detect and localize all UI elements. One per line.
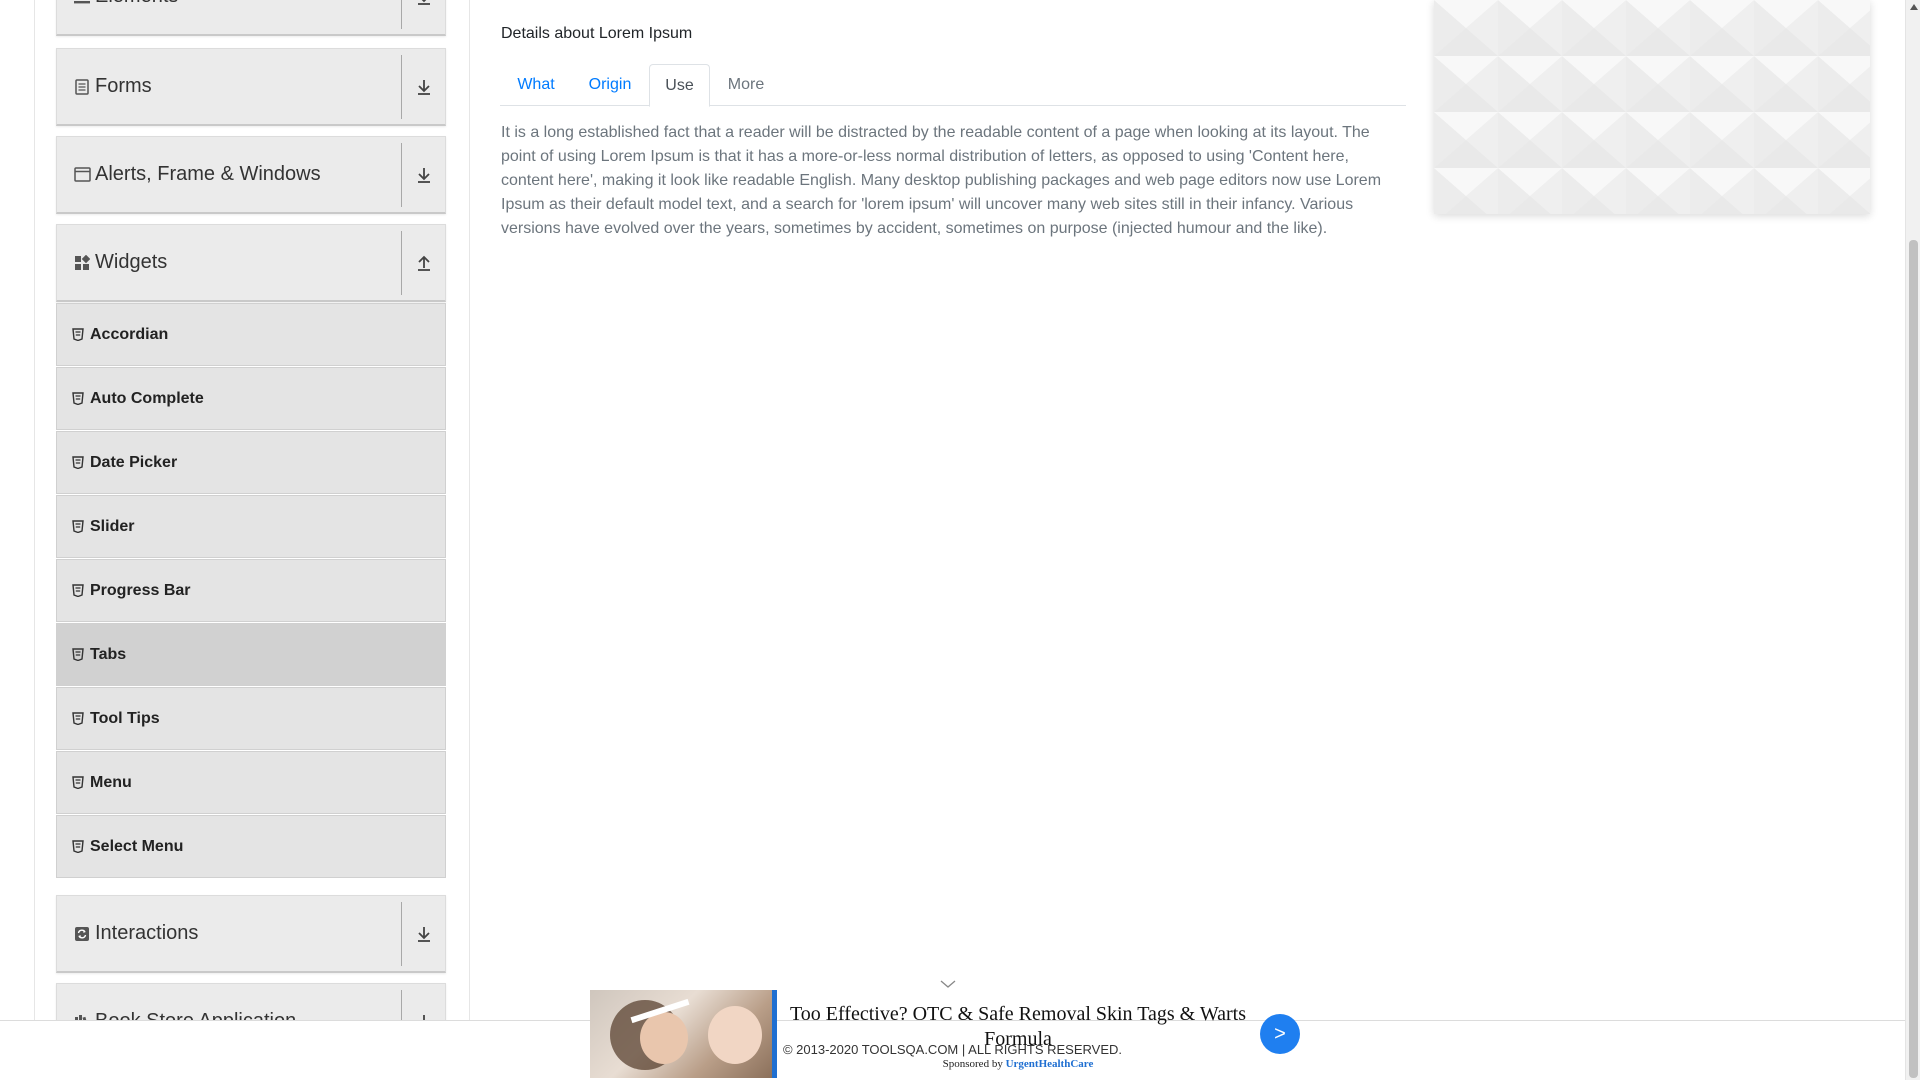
html5-icon (71, 456, 85, 470)
html5-icon (71, 776, 85, 790)
download-arrow-icon[interactable] (401, 142, 445, 207)
download-arrow-icon[interactable] (401, 0, 445, 29)
tab-bar: What Origin Use More (500, 64, 1406, 107)
html5-icon (71, 840, 85, 854)
hamburger-icon (73, 0, 91, 6)
group-label: Forms (95, 75, 152, 97)
ad-photo[interactable] (590, 990, 774, 1078)
tab-what[interactable]: What (500, 64, 572, 106)
html5-icon (71, 584, 85, 598)
group-alerts-frame-windows[interactable]: Alerts, Frame & Windows (56, 136, 446, 214)
window-icon (73, 166, 91, 184)
ad-next-button[interactable]: > (1260, 1014, 1300, 1054)
group-label: Elements (95, 0, 401, 8)
pattern-background (1434, 0, 1870, 214)
page-title: Details about Lorem Ipsum (501, 25, 693, 42)
menu-item-label: Accordian (90, 325, 169, 343)
menu-item-auto-complete[interactable]: Auto Complete (56, 367, 446, 430)
group-label: Alerts, Frame & Windows (95, 163, 321, 185)
menu-item-label: Select Menu (90, 837, 184, 855)
ad-accent-bar (772, 990, 777, 1078)
group-forms[interactable]: Forms (56, 48, 446, 126)
menu-item-label: Tool Tips (90, 709, 160, 727)
menu-item-menu[interactable]: Menu (56, 751, 446, 814)
group-elements[interactable]: Elements (56, 0, 446, 36)
scroll-up-arrow-icon[interactable] (1909, 2, 1918, 11)
menu-item-slider[interactable]: Slider (56, 495, 446, 558)
html5-icon (71, 648, 85, 662)
chevron-down-icon[interactable] (938, 978, 958, 990)
html5-icon (71, 328, 85, 342)
menu-item-tabs[interactable]: Tabs (56, 623, 446, 686)
menu-item-select-menu[interactable]: Select Menu (56, 815, 446, 878)
tab-origin[interactable]: Origin (572, 64, 648, 106)
scrollbar[interactable] (1905, 0, 1920, 1080)
menu-item-accordian[interactable]: Accordian (56, 303, 446, 366)
tab-more: More (727, 76, 765, 93)
menu-item-label: Progress Bar (90, 581, 191, 599)
menu-item-progress-bar[interactable]: Progress Bar (56, 559, 446, 622)
group-interactions[interactable]: Interactions (56, 895, 446, 973)
refresh-icon (73, 925, 91, 943)
html5-icon (71, 520, 85, 534)
menu-item-label: Tabs (90, 645, 127, 663)
menu-item-tool-tips[interactable]: Tool Tips (56, 687, 446, 750)
download-arrow-icon[interactable] (401, 54, 445, 119)
document-icon (73, 78, 91, 96)
menu-item-label: Slider (90, 517, 135, 535)
widgets-grid-icon (73, 254, 91, 272)
tab-content-text: It is a long established fact that a rea… (501, 124, 1382, 237)
page: Elements Forms Alerts, Frame & Windows W… (0, 0, 1905, 1080)
ad-banner[interactable]: Too Effective? OTC & Safe Removal Skin T… (588, 980, 1308, 1078)
menu-item-date-picker[interactable]: Date Picker (56, 431, 446, 494)
ad-sponsor-link[interactable]: UrgentHealthCare (1006, 1058, 1094, 1070)
group-label: Interactions (95, 922, 199, 944)
ad-sponsor-prefix: Sponsored by (942, 1058, 1003, 1070)
html5-icon (71, 712, 85, 726)
upload-arrow-icon[interactable] (401, 230, 445, 295)
menu-item-label: Menu (90, 773, 132, 791)
menu-item-label: Auto Complete (90, 389, 204, 407)
scrollbar-thumb[interactable] (1909, 240, 1918, 1078)
ad-sponsor-line: Sponsored by UrgentHealthCare (788, 1058, 1248, 1070)
html5-icon (71, 392, 85, 406)
side-ad-image[interactable] (1434, 0, 1870, 214)
download-arrow-icon[interactable] (401, 901, 445, 966)
group-label: Widgets (95, 251, 168, 273)
menu-item-label: Date Picker (90, 453, 178, 471)
tab-use[interactable]: Use (649, 64, 710, 107)
ad-headline[interactable]: Too Effective? OTC & Safe Removal Skin T… (788, 1002, 1248, 1052)
group-widgets[interactable]: Widgets (56, 224, 446, 302)
